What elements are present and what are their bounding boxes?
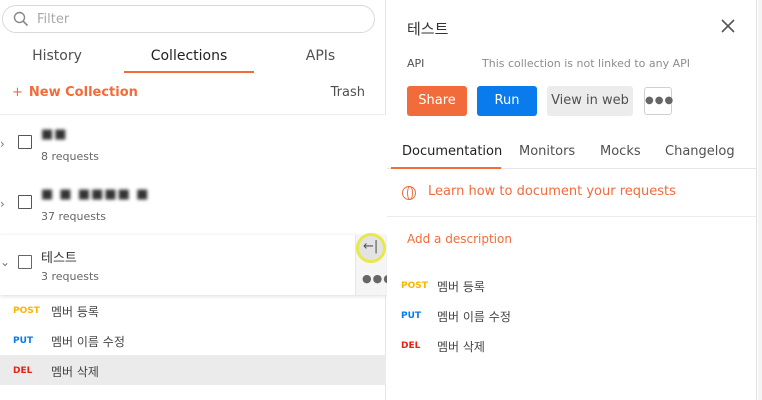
method-badge: PUT: [401, 311, 422, 321]
close-icon: [721, 19, 735, 33]
folder-icon: [18, 135, 32, 149]
collection-item[interactable]: › ■■ 8 requests: [0, 115, 386, 175]
method-badge: DEL: [401, 341, 421, 351]
tab-apis[interactable]: APIs: [268, 48, 373, 64]
background-pane-edge: [758, 0, 762, 400]
panel-title: 테스트: [407, 20, 449, 38]
method-badge: POST: [13, 306, 40, 316]
request-item[interactable]: PUT 멤버 이름 수정: [387, 304, 757, 328]
collection-name: 테스트: [41, 251, 77, 266]
collection-name: ■■: [41, 127, 68, 142]
divider: [387, 216, 757, 217]
tab-history[interactable]: History: [0, 48, 114, 64]
filter-input[interactable]: [37, 10, 357, 28]
request-name: 멤버 등록: [437, 280, 485, 294]
add-description-link[interactable]: Add a description: [407, 232, 512, 246]
filter-box[interactable]: [2, 5, 375, 33]
close-icon[interactable]: [720, 18, 738, 36]
tab-documentation[interactable]: Documentation: [402, 144, 502, 159]
sidebar: History Collections APIs + New Collection…: [0, 0, 393, 400]
trash-button[interactable]: Trash: [331, 85, 365, 100]
chevron-down-icon[interactable]: ⌄: [0, 255, 10, 269]
request-item[interactable]: POST 멤버 등록: [387, 274, 757, 298]
collection-request-count: 37 requests: [41, 210, 107, 223]
chevron-right-icon[interactable]: ›: [0, 137, 10, 151]
method-badge: PUT: [13, 336, 34, 346]
share-button[interactable]: Share: [407, 86, 467, 116]
tab-changelog[interactable]: Changelog: [665, 144, 735, 159]
chevron-right-icon[interactable]: ›: [0, 197, 10, 211]
request-name: 멤버 등록: [51, 305, 99, 319]
globe-icon: [402, 186, 416, 200]
folder-open-icon: [18, 255, 32, 269]
tab-collections[interactable]: Collections: [124, 48, 254, 64]
request-name: 멤버 이름 수정: [51, 335, 125, 349]
collapse-sidebar-button[interactable]: ←|: [356, 233, 386, 263]
collection-item-active[interactable]: ⌄ 테스트 3 requests: [0, 235, 386, 295]
request-name: 멤버 이름 수정: [437, 310, 511, 324]
request-item[interactable]: POST 멤버 등록: [0, 295, 386, 325]
sidebar-tabs: History Collections APIs: [0, 40, 386, 76]
new-collection-label: New Collection: [28, 85, 138, 100]
collection-item[interactable]: › ■ ■ ■■■■ ■ 37 requests: [0, 175, 386, 235]
learn-docs-link[interactable]: Learn how to document your requests: [428, 184, 676, 199]
method-badge: POST: [401, 281, 428, 291]
collection-details-panel: 테스트 API This collection is not linked to…: [387, 0, 757, 400]
request-name: 멤버 삭제: [437, 340, 485, 354]
request-name: 멤버 삭제: [51, 365, 99, 379]
run-button[interactable]: Run: [477, 86, 537, 116]
active-tab-indicator: [124, 71, 254, 73]
tab-mocks[interactable]: Mocks: [600, 144, 641, 159]
more-options-button[interactable]: ●●●: [644, 87, 673, 115]
search-icon: [13, 11, 29, 27]
panel-tabs: Documentation Monitors Mocks Changelog: [387, 136, 757, 169]
collection-request-count: 8 requests: [41, 150, 100, 163]
plus-icon: +: [12, 85, 23, 100]
collection-request-count: 3 requests: [41, 270, 100, 283]
view-in-web-button[interactable]: View in web: [547, 86, 633, 116]
request-item[interactable]: DEL 멤버 삭제: [387, 334, 757, 358]
active-tab-indicator: [391, 167, 501, 169]
tab-monitors[interactable]: Monitors: [519, 144, 575, 159]
request-item-selected[interactable]: DEL 멤버 삭제: [0, 355, 386, 385]
collapse-sidebar-icon: ←|: [363, 239, 379, 254]
api-label: API: [407, 57, 425, 70]
new-collection-button[interactable]: + New Collection: [12, 85, 138, 100]
folder-icon: [18, 195, 32, 209]
api-link-note: This collection is not linked to any API: [482, 57, 691, 70]
collection-name: ■ ■ ■■■■ ■: [41, 187, 150, 202]
method-badge: DEL: [13, 366, 33, 376]
request-item[interactable]: PUT 멤버 이름 수정: [0, 325, 386, 355]
